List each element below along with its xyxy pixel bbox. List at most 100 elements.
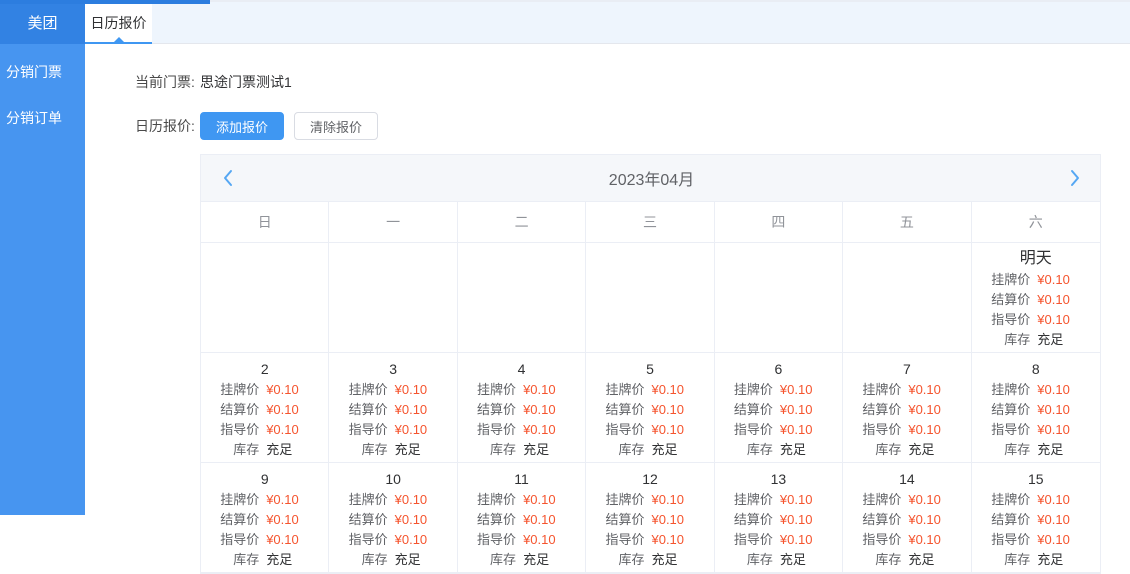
price-value: ¥0.10 — [523, 510, 571, 530]
price-value: ¥0.10 — [908, 490, 956, 510]
weekday-header: 六 — [972, 202, 1100, 243]
calendar-day-cell — [329, 243, 457, 353]
price-label: 指导价 — [857, 420, 901, 440]
price-line: 结算价 ¥0.10 — [458, 510, 585, 530]
calendar-day-cell[interactable]: 15挂牌价¥0.10结算价¥0.10指导价¥0.10库存充足 — [972, 463, 1100, 573]
price-label: 挂牌价 — [600, 490, 644, 510]
pricing-calendar: 2023年04月 日一二三四五六明天挂牌价¥0.10结算价¥0.10指导价¥0.… — [200, 154, 1101, 574]
stock-line: 库存充足 — [972, 440, 1100, 460]
price-label: 结算价 — [729, 510, 773, 530]
add-quote-button[interactable]: 添加报价 — [200, 112, 284, 140]
price-label: 库存 — [986, 440, 1030, 460]
price-label: 挂牌价 — [986, 380, 1030, 400]
stock-line: 库存充足 — [201, 550, 328, 570]
stock-line: 库存充足 — [458, 550, 585, 570]
price-label: 库存 — [729, 440, 773, 460]
stock-line: 库存充足 — [329, 440, 456, 460]
price-line: 挂牌价¥0.10 — [972, 490, 1100, 510]
price-line: 挂牌价¥0.10 — [458, 380, 585, 400]
price-label: 结算价 — [857, 400, 901, 420]
brand-label: 美团 — [27, 12, 57, 33]
calendar-day-cell[interactable]: 7挂牌价¥0.10结算价¥0.10指导价¥0.10库存充足 — [843, 353, 971, 463]
price-label: 结算价 — [600, 510, 644, 530]
price-label: 挂牌价 — [729, 490, 773, 510]
price-line: 挂牌价¥0.10 — [972, 270, 1100, 290]
day-number: 2 — [201, 358, 328, 380]
price-label: 结算价 — [344, 510, 388, 530]
price-value: ¥0.10 — [651, 490, 699, 510]
next-month-icon[interactable] — [1064, 167, 1086, 189]
price-label: 挂牌价 — [729, 380, 773, 400]
price-label: 结算价 — [215, 400, 259, 420]
price-line: 结算价 ¥0.10 — [843, 510, 970, 530]
price-value: ¥0.10 — [266, 420, 314, 440]
price-label: 挂牌价 — [215, 380, 259, 400]
sidebar: 美团 分销门票 分销订单 — [0, 0, 85, 515]
price-label: 挂牌价 — [344, 490, 388, 510]
price-label: 结算价 — [857, 510, 901, 530]
calendar-day-cell[interactable]: 14挂牌价¥0.10结算价¥0.10指导价¥0.10库存充足 — [843, 463, 971, 573]
tab-calendar-quote[interactable]: 日历报价 — [85, 2, 152, 44]
price-value: ¥0.10 — [1037, 400, 1085, 420]
price-label: 结算价 — [215, 510, 259, 530]
price-value: ¥0.10 — [908, 510, 956, 530]
price-label: 库存 — [600, 550, 644, 570]
calendar-day-cell[interactable]: 4挂牌价¥0.10结算价¥0.10指导价¥0.10库存充足 — [458, 353, 586, 463]
calendar-day-cell[interactable]: 13挂牌价¥0.10结算价¥0.10指导价¥0.10库存充足 — [715, 463, 843, 573]
calendar-day-cell[interactable]: 5挂牌价¥0.10结算价¥0.10指导价¥0.10库存充足 — [586, 353, 714, 463]
price-label: 指导价 — [600, 420, 644, 440]
price-line: 指导价¥0.10 — [586, 530, 713, 550]
sidebar-item-distribution-orders[interactable]: 分销订单 — [0, 100, 85, 136]
price-label: 结算价 — [472, 510, 516, 530]
day-number: 9 — [201, 468, 328, 490]
price-line: 结算价¥0.10 — [586, 510, 713, 530]
price-value: ¥0.10 — [395, 530, 443, 550]
price-line: 挂牌价¥0.10 — [329, 490, 456, 510]
tab-label: 日历报价 — [91, 13, 147, 33]
price-label: 结算价 — [344, 400, 388, 420]
calendar-quote-row: 日历报价: 添加报价 清除报价 — [135, 112, 1130, 140]
calendar-day-cell[interactable]: 3挂牌价¥0.10结算价¥0.10指导价¥0.10库存充足 — [329, 353, 457, 463]
sidebar-item-distribution-tickets[interactable]: 分销门票 — [0, 54, 85, 90]
stock-value: 充足 — [651, 550, 699, 570]
weekday-header: 二 — [458, 202, 586, 243]
calendar-day-cell — [201, 243, 329, 353]
price-line: 挂牌价¥0.10 — [329, 380, 456, 400]
price-value: ¥0.10 — [780, 530, 828, 550]
price-line: 结算价 ¥0.10 — [201, 400, 328, 420]
price-value: ¥0.10 — [266, 400, 314, 420]
day-number: 15 — [972, 468, 1100, 490]
calendar-day-cell[interactable]: 6挂牌价¥0.10结算价¥0.10指导价¥0.10库存充足 — [715, 353, 843, 463]
day-number: 14 — [843, 468, 970, 490]
price-value: ¥0.10 — [1037, 380, 1085, 400]
active-tab-caret-icon — [114, 37, 124, 42]
price-label: 指导价 — [729, 420, 773, 440]
calendar-day-cell[interactable]: 9挂牌价¥0.10结算价¥0.10指导价¥0.10库存充足 — [201, 463, 329, 573]
price-label: 指导价 — [857, 530, 901, 550]
price-value: ¥0.10 — [780, 380, 828, 400]
price-line: 结算价¥0.10 — [972, 290, 1100, 310]
calendar-day-cell[interactable]: 11挂牌价¥0.10结算价¥0.10指导价¥0.10库存充足 — [458, 463, 586, 573]
clear-quote-button[interactable]: 清除报价 — [294, 112, 378, 140]
day-number: 5 — [586, 358, 713, 380]
price-label: 挂牌价 — [857, 380, 901, 400]
price-value: ¥0.10 — [395, 510, 443, 530]
price-value: ¥0.10 — [1037, 290, 1085, 310]
price-line: 挂牌价 ¥0.10 — [586, 490, 713, 510]
price-value: ¥0.10 — [1037, 510, 1085, 530]
calendar-day-cell[interactable]: 8挂牌价¥0.10结算价¥0.10指导价¥0.10库存充足 — [972, 353, 1100, 463]
prev-month-icon[interactable] — [217, 167, 239, 189]
sidebar-item-meituan[interactable]: 美团 — [0, 0, 85, 44]
price-line: 指导价¥0.10 — [458, 420, 585, 440]
price-line: 挂牌价¥0.10 — [201, 490, 328, 510]
calendar-day-cell[interactable]: 明天挂牌价¥0.10结算价¥0.10指导价¥0.10库存充足 — [972, 243, 1100, 353]
calendar-day-cell[interactable]: 2挂牌价¥0.10结算价¥0.10指导价¥0.10库存充足 — [201, 353, 329, 463]
price-label: 库存 — [986, 550, 1030, 570]
price-label: 库存 — [215, 440, 259, 460]
stock-value: 充足 — [780, 550, 828, 570]
calendar-day-cell[interactable]: 10挂牌价¥0.10结算价¥0.10指导价¥0.10库存充足 — [329, 463, 457, 573]
price-label: 指导价 — [729, 530, 773, 550]
stock-line: 库存充足 — [329, 550, 456, 570]
calendar-day-cell[interactable]: 12挂牌价¥0.10结算价¥0.10指导价¥0.10库存充足 — [586, 463, 714, 573]
price-label: 库存 — [729, 550, 773, 570]
